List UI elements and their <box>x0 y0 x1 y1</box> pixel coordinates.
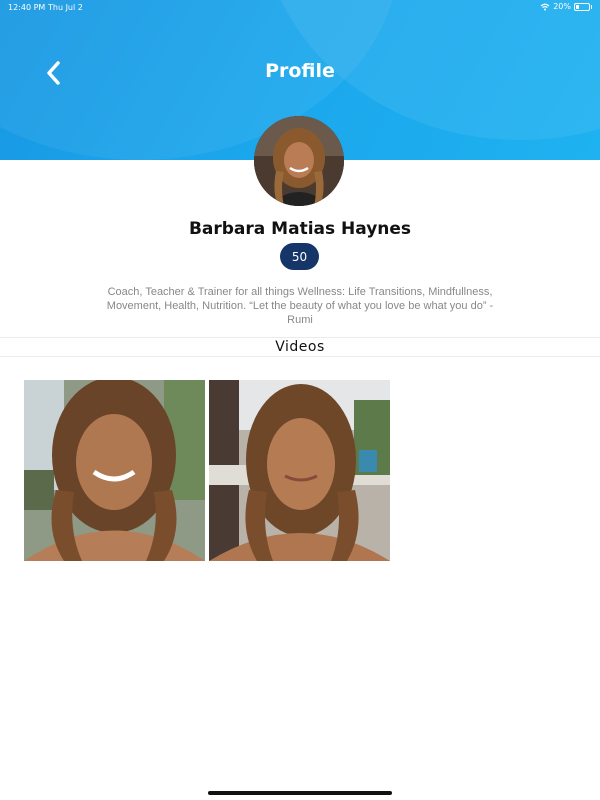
divider <box>0 356 600 357</box>
status-time: 12:40 PM <box>8 3 46 12</box>
video-thumbnail-2[interactable] <box>209 380 390 561</box>
video-thumbnail-1[interactable] <box>24 380 205 561</box>
profile-bio: Coach, Teacher & Trainer for all things … <box>106 286 494 326</box>
home-indicator[interactable] <box>208 791 392 795</box>
status-date: Thu Jul 2 <box>48 3 83 12</box>
page-title: Profile <box>265 60 335 82</box>
battery-percent: 20% <box>553 2 571 11</box>
status-indicators: 20% <box>540 2 592 11</box>
avatar-image <box>254 116 344 206</box>
video-thumbnail-image <box>24 380 205 561</box>
profile-name: Barbara Matias Haynes <box>188 219 412 239</box>
avatar <box>254 116 344 206</box>
points-badge: 50 <box>280 243 319 270</box>
wifi-icon <box>540 3 550 10</box>
status-bar: 12:40 PM Thu Jul 2 20% <box>0 0 600 14</box>
videos-section-title: Videos <box>275 339 325 355</box>
battery-icon <box>574 2 592 11</box>
divider <box>0 337 600 338</box>
video-thumbnail-image <box>209 380 390 561</box>
